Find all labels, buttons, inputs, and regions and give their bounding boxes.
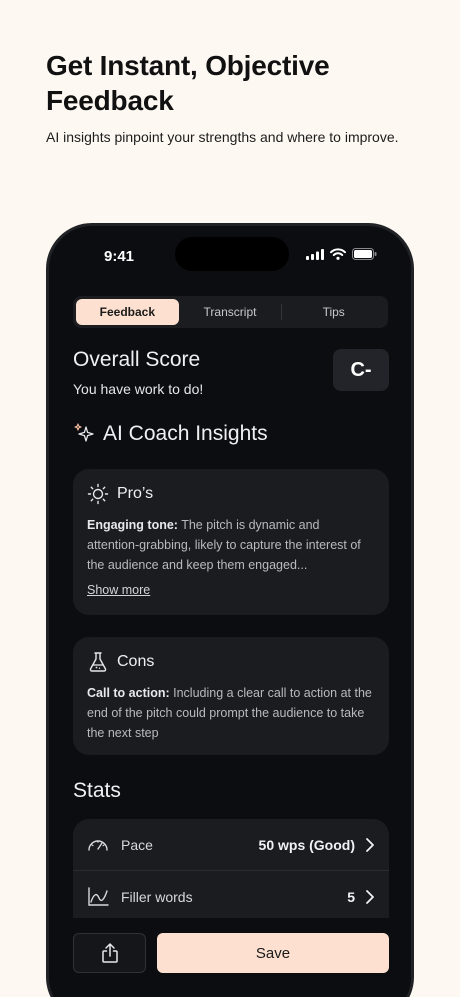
hero-section: Get Instant, Objective Feedback AI insig…	[46, 48, 426, 146]
pros-title: Pro’s	[117, 485, 154, 502]
bottom-action-bar: Save	[49, 918, 411, 997]
overall-score-subtitle: You have work to do!	[73, 381, 204, 397]
segmented-tabs: Feedback Transcript Tips	[73, 296, 388, 328]
status-icons	[306, 248, 377, 260]
hero-title: Get Instant, Objective Feedback	[46, 50, 330, 116]
overall-score-title: Overall Score	[73, 348, 201, 371]
stat-row-pace[interactable]: Pace 50 wps (Good)	[73, 819, 389, 871]
stat-row-filler-words[interactable]: Filler words 5	[73, 871, 389, 923]
pros-lead: Engaging tone:	[87, 518, 178, 532]
ai-insights-title: AI Coach Insights	[103, 422, 268, 445]
cons-text: Call to action: Including a clear call t…	[87, 683, 375, 743]
battery-icon	[352, 248, 377, 260]
stat-label-pace: Pace	[121, 836, 153, 853]
save-button[interactable]: Save	[157, 933, 389, 973]
pros-card: Pro’s Engaging tone: The pitch is dynami…	[73, 469, 389, 615]
hero-subtitle: AI insights pinpoint your strengths and …	[46, 129, 399, 145]
cons-card-header: Cons	[87, 651, 375, 673]
phone-frame: 9:41 Feedback Transcript Tips Overall Sc…	[46, 223, 414, 997]
line-chart-icon	[88, 886, 109, 906]
stat-value-filler-words: 5	[347, 888, 355, 905]
status-bar: 9:41	[49, 226, 411, 282]
show-more-link[interactable]: Show more	[87, 583, 150, 597]
tab-transcript[interactable]: Transcript	[179, 299, 282, 325]
share-icon	[101, 943, 118, 963]
wifi-icon	[330, 248, 346, 260]
chevron-right-icon	[366, 889, 374, 904]
stats-title: Stats	[73, 779, 121, 802]
chevron-right-icon	[366, 837, 374, 852]
dynamic-island	[175, 237, 289, 271]
cons-lead: Call to action:	[87, 686, 170, 700]
tab-tips[interactable]: Tips	[282, 299, 385, 325]
stat-value-pace: 50 wps (Good)	[258, 836, 355, 853]
stat-label-filler-words: Filler words	[121, 888, 193, 905]
tab-feedback[interactable]: Feedback	[76, 299, 179, 325]
pros-card-header: Pro’s	[87, 483, 375, 505]
speedometer-icon	[88, 839, 108, 851]
cons-title: Cons	[117, 653, 155, 670]
ai-insights-heading: AI Coach Insights	[73, 422, 268, 446]
sun-icon	[87, 483, 109, 505]
grade-badge: C-	[333, 349, 389, 391]
share-button[interactable]	[73, 933, 146, 973]
flask-icon	[89, 652, 107, 672]
sparkle-icon	[74, 423, 94, 442]
status-time: 9:41	[104, 248, 135, 265]
cons-card: Cons Call to action: Including a clear c…	[73, 637, 389, 755]
pros-text: Engaging tone: The pitch is dynamic and …	[87, 515, 375, 575]
signal-icon	[306, 248, 324, 260]
